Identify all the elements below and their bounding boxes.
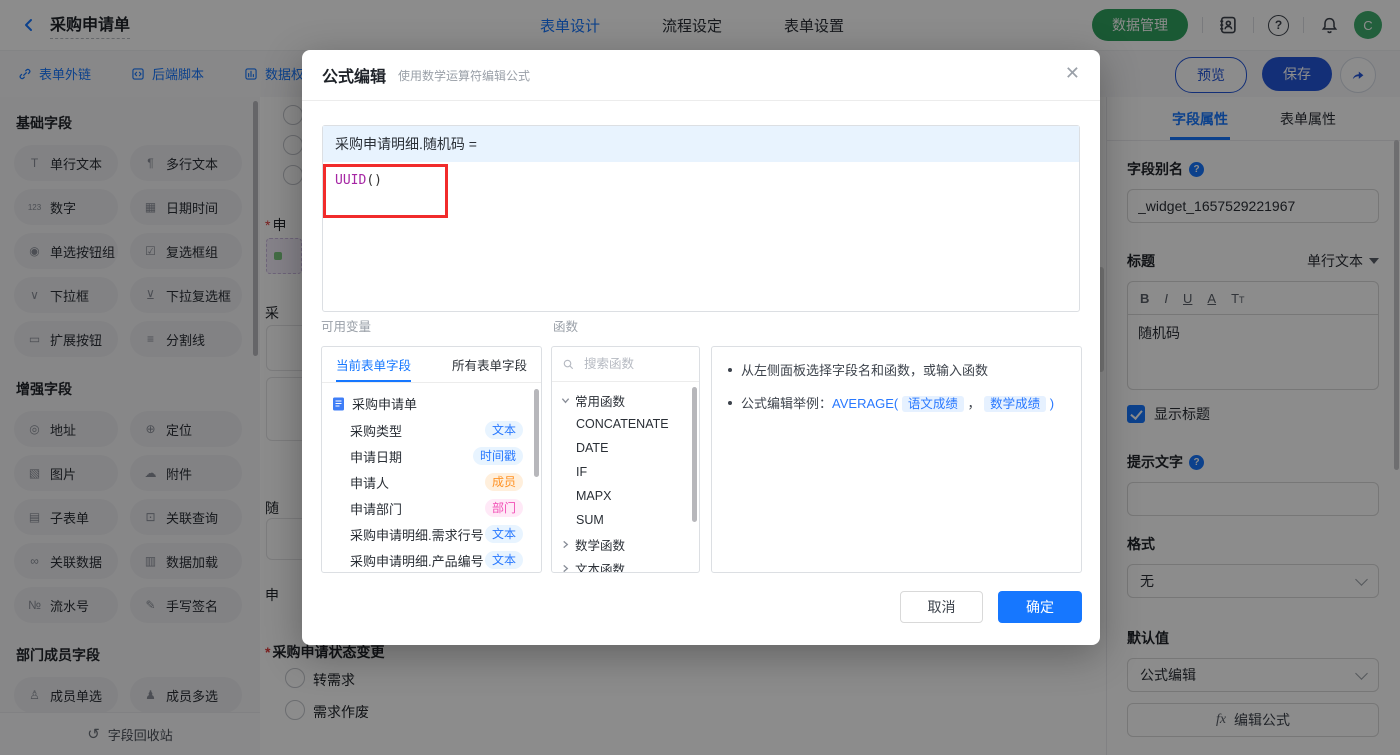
- variable-row[interactable]: 申请部门 部门: [322, 495, 541, 521]
- variables-section-label: 可用变量: [321, 320, 372, 334]
- close-icon[interactable]: ✕: [1065, 64, 1080, 82]
- example-field-tag: 语文成绩: [901, 396, 964, 412]
- function-search-input[interactable]: [582, 356, 676, 372]
- variables-scrollbar[interactable]: [534, 389, 539, 477]
- formula-target: 采购申请明细.随机码 =: [323, 126, 1079, 162]
- function-group-math[interactable]: 数学函数: [552, 532, 699, 556]
- variable-type-tag: 时间戳: [472, 447, 523, 465]
- function-group-label: 数学函数: [575, 538, 626, 553]
- example-field-tag: 数学成绩: [984, 396, 1047, 412]
- tab-all-form-fields[interactable]: 所有表单字段: [452, 347, 527, 382]
- example-close-paren: ): [1049, 396, 1055, 411]
- chevron-right-icon: [563, 540, 569, 548]
- functions-panel: 常用函数 CONCATENATE DATE IF MAPX SUM 数学函数 文…: [551, 346, 700, 573]
- variable-name: 申请部门: [350, 501, 403, 517]
- function-item[interactable]: CONCATENATE: [552, 412, 699, 436]
- example-function: AVERAGE(: [832, 396, 899, 411]
- function-group-label: 文本函数: [575, 562, 626, 573]
- variable-name: 采购类型: [350, 423, 403, 439]
- chevron-right-icon: [563, 564, 569, 572]
- variable-row[interactable]: 申请人 成员: [322, 469, 541, 495]
- formula-input-area[interactable]: UUID(): [323, 162, 1079, 199]
- variable-type-tag: 文本: [484, 551, 523, 569]
- function-item[interactable]: SUM: [552, 508, 699, 532]
- variable-type-tag: 文本: [484, 525, 523, 543]
- form-doc-icon: [333, 397, 344, 410]
- modal-title: 公式编辑: [322, 69, 387, 86]
- formula-editor-modal: 公式编辑 使用数学运算符编辑公式 ✕ 采购申请明细.随机码 = UUID() 可…: [302, 50, 1100, 645]
- variable-tree-root[interactable]: 采购申请单: [322, 390, 541, 417]
- variable-type-tag: 部门: [484, 499, 523, 517]
- bullet-icon: [728, 401, 732, 405]
- confirm-button[interactable]: 确定: [998, 591, 1082, 623]
- formula-function: UUID: [335, 173, 367, 188]
- variable-name: 申请日期: [350, 449, 403, 465]
- variable-name: 采购申请明细.需求行号: [350, 527, 484, 543]
- chevron-down-icon: [561, 397, 570, 403]
- bullet-icon: [728, 368, 732, 372]
- modal-subtitle: 使用数学运算符编辑公式: [398, 68, 531, 83]
- functions-section-label: 函数: [553, 320, 579, 334]
- help-tip-1: 从左侧面板选择字段名和函数，或输入函数: [741, 363, 989, 378]
- function-item[interactable]: MAPX: [552, 484, 699, 508]
- functions-scrollbar[interactable]: [692, 387, 697, 522]
- variable-row[interactable]: 采购申请明细.产品编号 文本: [322, 547, 541, 572]
- variable-type-tag: 成员: [484, 473, 523, 491]
- function-group-common[interactable]: 常用函数: [552, 388, 699, 412]
- function-item[interactable]: DATE: [552, 436, 699, 460]
- function-group-text[interactable]: 文本函数: [552, 556, 699, 573]
- variable-root-label: 采购申请单: [352, 397, 418, 412]
- variables-panel: 当前表单字段 所有表单字段 采购申请单 采购类型 文本 申请日期 时间戳 申请人 成员…: [321, 346, 542, 573]
- function-group-label: 常用函数: [575, 394, 626, 409]
- help-tip-2: 公式编辑举例：AVERAGE( 语文成绩 ， 数学成绩 ): [741, 396, 1055, 412]
- variable-row[interactable]: 申请日期 时间戳: [322, 443, 541, 469]
- variable-row[interactable]: 采购类型 文本: [322, 417, 541, 443]
- function-search[interactable]: [552, 347, 699, 382]
- tab-current-form-fields[interactable]: 当前表单字段: [336, 347, 412, 382]
- formula-parens: (): [366, 173, 382, 188]
- formula-editor-box: 采购申请明细.随机码 = UUID(): [322, 125, 1080, 312]
- cancel-button[interactable]: 取消: [900, 591, 983, 623]
- app-screen: 采购申请单 表单设计 流程设定 表单设置 数据管理 ? C 表单外链 后端脚本 …: [0, 0, 1400, 755]
- function-item[interactable]: IF: [552, 460, 699, 484]
- variable-row[interactable]: 采购申请明细.需求行号 文本: [322, 521, 541, 547]
- search-icon: [563, 359, 574, 369]
- variable-name: 采购申请明细.产品编号: [350, 553, 484, 569]
- formula-help-panel: 从左侧面板选择字段名和函数，或输入函数 公式编辑举例：AVERAGE( 语文成绩…: [711, 346, 1082, 573]
- variable-name: 申请人: [350, 475, 390, 491]
- variable-type-tag: 文本: [484, 421, 523, 439]
